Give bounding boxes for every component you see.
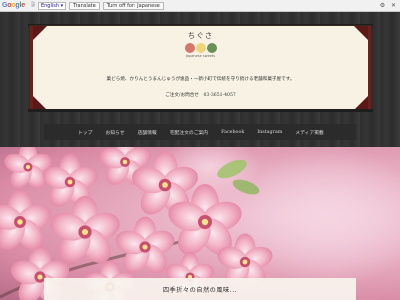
scroll-rod-bottom: [28, 109, 373, 112]
brand-logo[interactable]: ちぐさ Japanese sweets: [33, 30, 368, 58]
hero-cherry-blossom-image: 四季折々の自然の風味...: [0, 147, 400, 300]
scroll-corner: [354, 96, 368, 110]
gear-icon[interactable]: ⚙: [379, 2, 386, 9]
hero-caption-box: 四季折々の自然の風味...: [44, 278, 356, 300]
google-logo-letter: e: [21, 2, 25, 9]
dango-ball: [195, 43, 206, 53]
nav-item-facebook[interactable]: Facebook: [221, 130, 244, 135]
tagline: 菓どら焼、かりんとうまんじゅうが逸品・一新小町で伝統を守り続ける老舗和菓子屋です…: [106, 77, 295, 82]
turn-off-button[interactable]: Turn off for: Japanese: [102, 1, 164, 10]
brand-name: ちぐさ: [187, 31, 214, 40]
dango-ball: [206, 43, 217, 53]
language-select[interactable]: English ▾: [37, 1, 67, 10]
nav-item-top[interactable]: トップ: [78, 129, 92, 136]
contact-phone[interactable]: ご注文/お問合せ 03-3651-4057: [33, 92, 368, 98]
hero-caption: 四季折々の自然の風味...: [162, 287, 238, 294]
close-icon[interactable]: ✕: [390, 2, 397, 9]
translate-bar: Google 🗟 English ▾ Translate Turn off fo…: [0, 0, 400, 12]
nav-item-news[interactable]: お知らせ: [105, 129, 124, 136]
translate-button[interactable]: Translate: [69, 1, 100, 10]
brand-subtitle: Japanese sweets: [185, 54, 216, 58]
nav-item-instagram[interactable]: Instagram: [257, 130, 282, 135]
translate-icon: 🗟: [30, 1, 35, 8]
dango-icon: [33, 43, 368, 53]
main-nav: トップ お知らせ 店舗情報 宅配注文のご案内 Facebook Instagra…: [44, 124, 356, 140]
scroll-corner: [33, 96, 47, 110]
nav-item-store-info[interactable]: 店舗情報: [138, 129, 157, 136]
google-logo: Google: [2, 2, 25, 9]
nav-item-media[interactable]: メディア掲載: [295, 129, 323, 136]
dango-ball: [184, 43, 195, 53]
header-scroll: ちぐさ Japanese sweets 菓どら焼、かりんとうまんじゅうが逸品・一…: [30, 26, 371, 110]
nav-item-delivery[interactable]: 宅配注文のご案内: [170, 129, 208, 136]
